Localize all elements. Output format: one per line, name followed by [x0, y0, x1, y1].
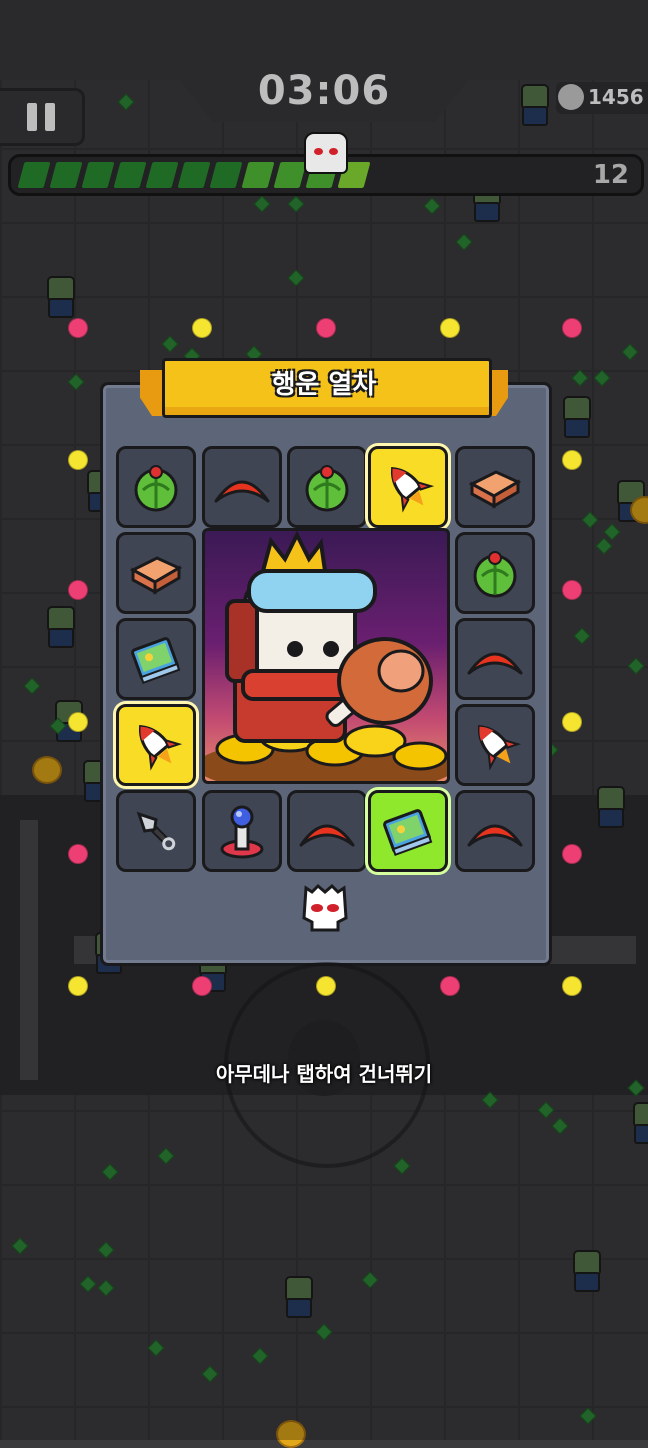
roulette-light: [316, 318, 336, 338]
roulette-light: [192, 318, 212, 338]
item-slot: [455, 532, 535, 614]
level-number: 12: [592, 160, 629, 190]
skull-icon: [558, 84, 584, 110]
xp-segment: [209, 162, 243, 188]
xp-segment: [177, 162, 211, 188]
roulette-light: [68, 450, 88, 470]
item-slot: [455, 790, 535, 872]
item-slot: [116, 704, 196, 786]
title-ribbon: 행운 열차: [140, 358, 508, 420]
roulette-light: [562, 712, 582, 732]
item-slot: [368, 790, 448, 872]
roulette-light: [440, 976, 460, 996]
item-slot: [202, 446, 282, 528]
roulette-light: [68, 318, 88, 338]
item-slot: [116, 532, 196, 614]
brick-icon: [466, 464, 524, 510]
item-slot: [455, 446, 535, 528]
roulette-light: [562, 844, 582, 864]
roulette-light: [68, 844, 88, 864]
xp-segment: [17, 162, 51, 188]
roulette-light: [562, 580, 582, 600]
kill-counter: 1456: [556, 82, 648, 114]
brick-icon: [127, 550, 185, 596]
hero-portrait: [202, 528, 450, 784]
book-icon: [380, 805, 436, 857]
kunai-icon: [128, 803, 184, 859]
pause-button[interactable]: [0, 88, 85, 146]
skip-hint[interactable]: 아무데나 탭하여 건너뛰기: [0, 1058, 648, 1087]
watermelon-icon: [468, 546, 522, 600]
item-slot: [455, 618, 535, 700]
book-icon: [128, 633, 184, 685]
boss-skull-icon: [304, 132, 348, 174]
pause-icon: [27, 103, 37, 131]
boomerang-icon: [465, 639, 525, 679]
roulette-light: [192, 976, 212, 996]
boomerang-icon: [212, 467, 272, 507]
panel-title: 행운 열차: [271, 370, 377, 400]
boomerang-icon: [297, 811, 357, 851]
item-slot: [202, 790, 282, 872]
roulette-light: [562, 318, 582, 338]
item-slot: [116, 446, 196, 528]
tesla-coil-icon: [214, 801, 270, 861]
item-slot: [368, 446, 448, 528]
timer: 03:06: [257, 68, 391, 114]
xp-segment: [241, 162, 275, 188]
item-slot: [287, 446, 367, 528]
item-slot: [116, 790, 196, 872]
watermelon-icon: [300, 460, 354, 514]
roulette-light: [440, 318, 460, 338]
roulette-light: [68, 976, 88, 996]
roulette-light: [562, 976, 582, 996]
roulette-light: [68, 580, 88, 600]
roulette-light: [562, 450, 582, 470]
rocket-icon: [128, 717, 184, 773]
hero-illustration: [205, 531, 447, 781]
rocket-icon: [380, 459, 436, 515]
xp-segment: [273, 162, 307, 188]
xp-segment: [49, 162, 83, 188]
item-slot: [287, 790, 367, 872]
item-slot: [116, 618, 196, 700]
xp-segment: [113, 162, 147, 188]
item-slot: [455, 704, 535, 786]
rocket-icon: [467, 717, 523, 773]
pause-icon: [45, 103, 55, 131]
xp-segment: [81, 162, 115, 188]
kill-count: 1456: [588, 85, 644, 109]
roulette-light: [68, 712, 88, 732]
skull-icon: [302, 883, 348, 932]
boomerang-icon: [465, 811, 525, 851]
watermelon-icon: [129, 460, 183, 514]
xp-segment: [145, 162, 179, 188]
